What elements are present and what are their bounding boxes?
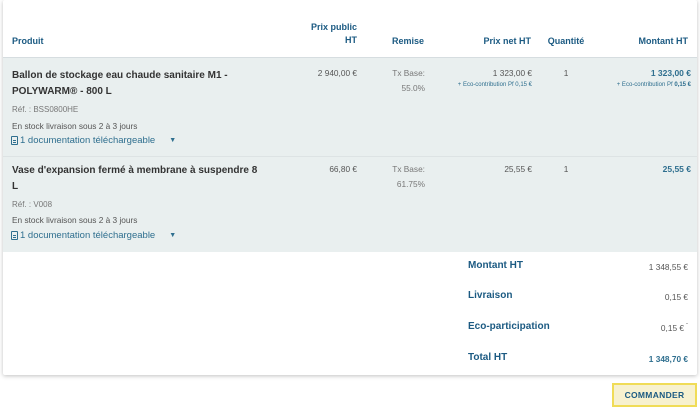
montant: 1 323,00 € (650, 68, 691, 78)
montant: 25,55 € (662, 164, 691, 174)
items-list: Ballon de stockage eau chaude sanitaire … (3, 58, 697, 252)
document-icon (11, 136, 18, 145)
totals-panel: Montant HT 1 348,55 € Livraison 0,15 € E… (3, 252, 697, 375)
prix-public: 66,80 € (329, 164, 357, 174)
col-produit: Produit (12, 36, 44, 46)
montant-eco-value: 0,15 € (674, 82, 691, 88)
stock-status: En stock livraison sous 2 à 3 jours (12, 121, 138, 131)
col-remise: Remise (391, 36, 424, 46)
product-name[interactable]: Ballon de stockage eau chaude sanitaire … (12, 68, 292, 100)
chevron-down-icon[interactable]: ▼ (169, 137, 176, 144)
col-prix-public-line2: HT (345, 35, 357, 45)
documentation-dropdown[interactable]: 1 documentation téléchargeable ▼ (11, 135, 176, 146)
quantite: 1 (563, 164, 569, 174)
remise-label: Tx Base: (392, 164, 425, 174)
montant-eco-contribution: + Eco-contribution Pf 0,15 € (571, 82, 691, 88)
product-ref: Réf. : BSS0800HE (12, 105, 79, 114)
prix-net: 25,55 € (504, 164, 532, 174)
col-montant: Montant HT (638, 36, 689, 46)
col-prix-public: Prix public HT (283, 21, 357, 47)
eco-contribution: + Eco-contribution Pf 0,15 € (457, 82, 532, 88)
documentation-label: 1 documentation téléchargeable (20, 135, 156, 146)
eco-participation-amount: 0,15 € (660, 323, 684, 333)
documentation-label: 1 documentation téléchargeable (20, 230, 156, 241)
montant-ht-value: 1 348,55 € (648, 262, 688, 272)
table-row: Ballon de stockage eau chaude sanitaire … (3, 58, 697, 156)
prix-net: 1 323,00 € (492, 68, 532, 78)
chevron-down-icon[interactable]: ˇ (686, 324, 688, 330)
product-ref: Réf. : V008 (12, 200, 53, 209)
col-prix-net: Prix net HT (483, 36, 531, 46)
livraison-value: 0,15 € (664, 292, 688, 302)
montant-ht-label: Montant HT (468, 260, 523, 271)
remise-label: Tx Base: (392, 68, 425, 78)
product-name-line2: L (12, 181, 19, 192)
col-quantite: Quantité (547, 36, 585, 46)
col-prix-public-line1: Prix public (310, 22, 357, 32)
product-name-line2: POLYWARM® - 800 L (12, 86, 112, 97)
commander-button[interactable]: COMMANDER (612, 383, 697, 407)
total-ht-value: 1 348,70 € (648, 354, 688, 364)
prix-public: 2 940,00 € (317, 68, 357, 78)
eco-participation-label: Eco-participation (468, 321, 550, 332)
remise-value: 61.75% (396, 179, 425, 189)
documentation-dropdown[interactable]: 1 documentation téléchargeable ▼ (11, 230, 176, 241)
montant-eco-label: + Eco-contribution Pf (616, 82, 673, 88)
eco-participation-value[interactable]: 0,15 € ˇ (661, 323, 688, 333)
product-name-line1: Vase d'expansion fermé à membrane à susp… (12, 165, 258, 176)
product-name[interactable]: Vase d'expansion fermé à membrane à susp… (12, 163, 292, 195)
document-icon (11, 231, 18, 240)
stock-status: En stock livraison sous 2 à 3 jours (12, 215, 138, 225)
quantite: 1 (563, 68, 569, 78)
chevron-down-icon[interactable]: ▼ (169, 232, 176, 239)
product-name-line1: Ballon de stockage eau chaude sanitaire … (12, 70, 228, 81)
cart-card: Produit Prix public HT Remise Prix net H… (3, 0, 697, 375)
livraison-label: Livraison (468, 290, 513, 301)
total-ht-label: Total HT (468, 352, 508, 363)
table-header: Produit Prix public HT Remise Prix net H… (3, 0, 697, 58)
table-row: Vase d'expansion fermé à membrane à susp… (3, 156, 697, 252)
